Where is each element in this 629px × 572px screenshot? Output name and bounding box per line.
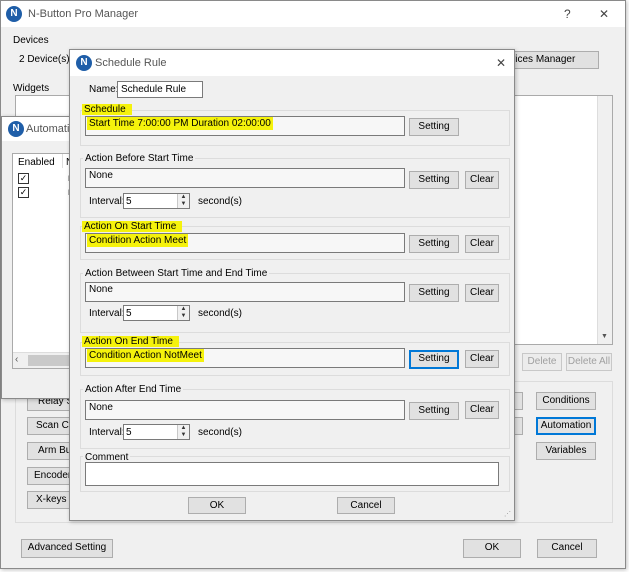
between-value: None xyxy=(89,284,113,295)
close-icon[interactable]: ✕ xyxy=(599,7,609,21)
dialog-ok-button[interactable]: OK xyxy=(188,497,246,514)
after-end-value: None xyxy=(89,402,113,413)
on-start-clear-button[interactable]: Clear xyxy=(465,235,499,253)
comment-input[interactable] xyxy=(85,462,499,486)
dialog-title: Schedule Rule xyxy=(95,57,167,69)
before-start-interval-spinner[interactable]: 5 ▲ ▼ xyxy=(123,193,190,209)
advanced-setting-button[interactable]: Advanced Setting xyxy=(21,539,113,558)
main-title: N-Button Pro Manager xyxy=(28,8,139,20)
between-interval-value: 5 xyxy=(126,308,132,319)
automation-button[interactable]: Automation xyxy=(536,417,596,435)
schedule-value: Start Time 7:00:00 PM Duration 02:00:00 xyxy=(87,117,273,130)
scroll-left-icon[interactable]: ‹ xyxy=(15,354,18,365)
spinner-arrows-icon[interactable]: ▲ ▼ xyxy=(177,306,189,320)
before-start-clear-button[interactable]: Clear xyxy=(465,171,499,189)
before-start-field xyxy=(85,168,405,188)
on-end-clear-button[interactable]: Clear xyxy=(465,350,499,368)
before-start-interval-value: 5 xyxy=(126,196,132,207)
between-interval-spinner[interactable]: 5 ▲ ▼ xyxy=(123,305,190,321)
on-end-setting-button[interactable]: Setting xyxy=(409,350,459,369)
on-end-value: Condition Action NotMeet xyxy=(87,349,204,362)
devices-count: 2 Device(s) xyxy=(19,54,70,65)
name-label: Name: xyxy=(89,84,119,95)
on-start-value: Condition Action Meet xyxy=(87,234,189,247)
before-start-interval-label: Interval: xyxy=(89,196,125,207)
widgets-scrollbar[interactable] xyxy=(597,96,612,344)
main-ok-button[interactable]: OK xyxy=(463,539,521,558)
between-clear-button[interactable]: Clear xyxy=(465,284,499,302)
dialog-logo-icon: N xyxy=(76,55,92,71)
after-end-interval-label: Interval: xyxy=(89,427,125,438)
dialog-cancel-button[interactable]: Cancel xyxy=(337,497,395,514)
col-enabled-header: Enabled xyxy=(18,157,55,168)
before-start-value: None xyxy=(89,170,113,181)
between-title: Action Between Start Time and End Time xyxy=(83,268,270,279)
schedule-setting-button[interactable]: Setting xyxy=(409,118,459,136)
app-logo-icon: N xyxy=(6,6,22,22)
main-cancel-button[interactable]: Cancel xyxy=(537,539,597,558)
spinner-arrows-icon[interactable]: ▲ ▼ xyxy=(177,425,189,439)
main-titlebar: N N-Button Pro Manager ? ✕ xyxy=(1,1,625,27)
between-interval-label: Interval: xyxy=(89,308,125,319)
conditions-button[interactable]: Conditions xyxy=(536,392,596,410)
left-button-4[interactable]: Encoder S xyxy=(27,467,73,485)
between-unit: second(s) xyxy=(198,308,242,319)
on-end-title: Action On End Time xyxy=(82,336,179,347)
after-end-unit: second(s) xyxy=(198,427,242,438)
spinner-arrows-icon[interactable]: ▲ ▼ xyxy=(177,194,189,208)
automation-logo-icon: N xyxy=(8,121,24,137)
scroll-down-icon[interactable]: ▼ xyxy=(601,333,608,340)
delete-all-button[interactable]: Delete All xyxy=(566,353,612,371)
devices-label: Devices xyxy=(13,35,49,46)
after-end-field xyxy=(85,400,405,420)
help-icon[interactable]: ? xyxy=(564,7,571,21)
before-start-setting-button[interactable]: Setting xyxy=(409,171,459,189)
between-setting-button[interactable]: Setting xyxy=(409,284,459,302)
after-end-interval-value: 5 xyxy=(126,427,132,438)
name-input[interactable]: Schedule Rule xyxy=(117,81,203,98)
schedule-rule-dialog: N Schedule Rule ✕ Name: Schedule Rule Sc… xyxy=(69,49,515,521)
schedule-title: Schedule xyxy=(82,104,132,115)
row-2-checkbox[interactable]: ✓ xyxy=(18,187,29,198)
resize-grip-icon[interactable]: ⋰ xyxy=(504,510,511,518)
left-button-3[interactable]: Arm But xyxy=(27,442,73,460)
widgets-label: Widgets xyxy=(13,83,50,94)
variables-button[interactable]: Variables xyxy=(536,442,596,460)
after-end-title: Action After End Time xyxy=(83,384,184,395)
automation-header-divider xyxy=(62,154,63,168)
on-start-setting-button[interactable]: Setting xyxy=(409,235,459,253)
after-end-interval-spinner[interactable]: 5 ▲ ▼ xyxy=(123,424,190,440)
dialog-close-icon[interactable]: ✕ xyxy=(496,56,506,70)
before-start-title: Action Before Start Time xyxy=(83,153,196,164)
before-start-unit: second(s) xyxy=(198,196,242,207)
between-field xyxy=(85,282,405,302)
left-button-2[interactable]: Scan Cha xyxy=(27,417,73,435)
left-button-5[interactable]: X-keys Sl xyxy=(27,491,73,509)
on-start-title: Action On Start Time xyxy=(82,221,183,232)
dialog-titlebar: N Schedule Rule ✕ xyxy=(70,50,514,76)
delete-button[interactable]: Delete xyxy=(522,353,562,371)
row-1-checkbox[interactable]: ✓ xyxy=(18,173,29,184)
after-end-setting-button[interactable]: Setting xyxy=(409,402,459,420)
after-end-clear-button[interactable]: Clear xyxy=(465,401,499,419)
